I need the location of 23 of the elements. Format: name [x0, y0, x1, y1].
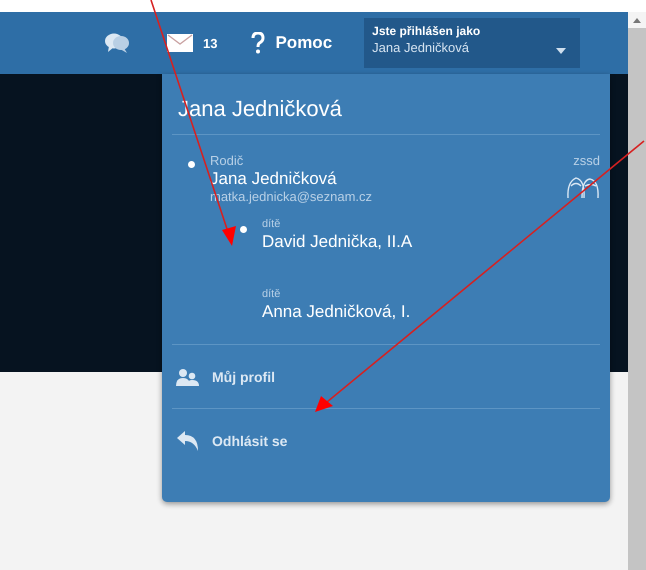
- user-name: Jana Jedničková: [372, 40, 470, 55]
- role-label: dítě: [262, 288, 282, 300]
- login-label: Jste přihlášen jako: [372, 24, 480, 38]
- question-icon: [251, 32, 266, 54]
- people-icon: [176, 368, 200, 386]
- scroll-up-icon[interactable]: [633, 18, 641, 22]
- reply-arrow-icon: [176, 430, 200, 452]
- envelope-icon[interactable]: [167, 34, 193, 52]
- help-link[interactable]: Pomoc: [251, 32, 332, 54]
- child-name: David Jednička, II.A: [262, 232, 414, 252]
- caret-icon: [556, 48, 566, 54]
- message-count: 13: [203, 36, 218, 50]
- child-account[interactable]: dítě Anna Jedničková, I.: [172, 274, 600, 344]
- role-label: Rodič: [210, 153, 244, 168]
- user-dropdown[interactable]: Jste přihlášen jako Jana Jedničková: [364, 18, 580, 68]
- person-name: Jana Jedničková: [210, 169, 338, 189]
- scrollbar[interactable]: [628, 12, 646, 570]
- chat-icon[interactable]: [104, 32, 130, 54]
- school-code: zssd: [573, 153, 600, 168]
- profile-link[interactable]: Můj profil: [172, 345, 600, 408]
- child-name: Anna Jedničková, I.: [262, 302, 412, 322]
- role-label: dítě: [262, 218, 282, 230]
- child-account[interactable]: dítě David Jednička, II.A: [172, 204, 600, 274]
